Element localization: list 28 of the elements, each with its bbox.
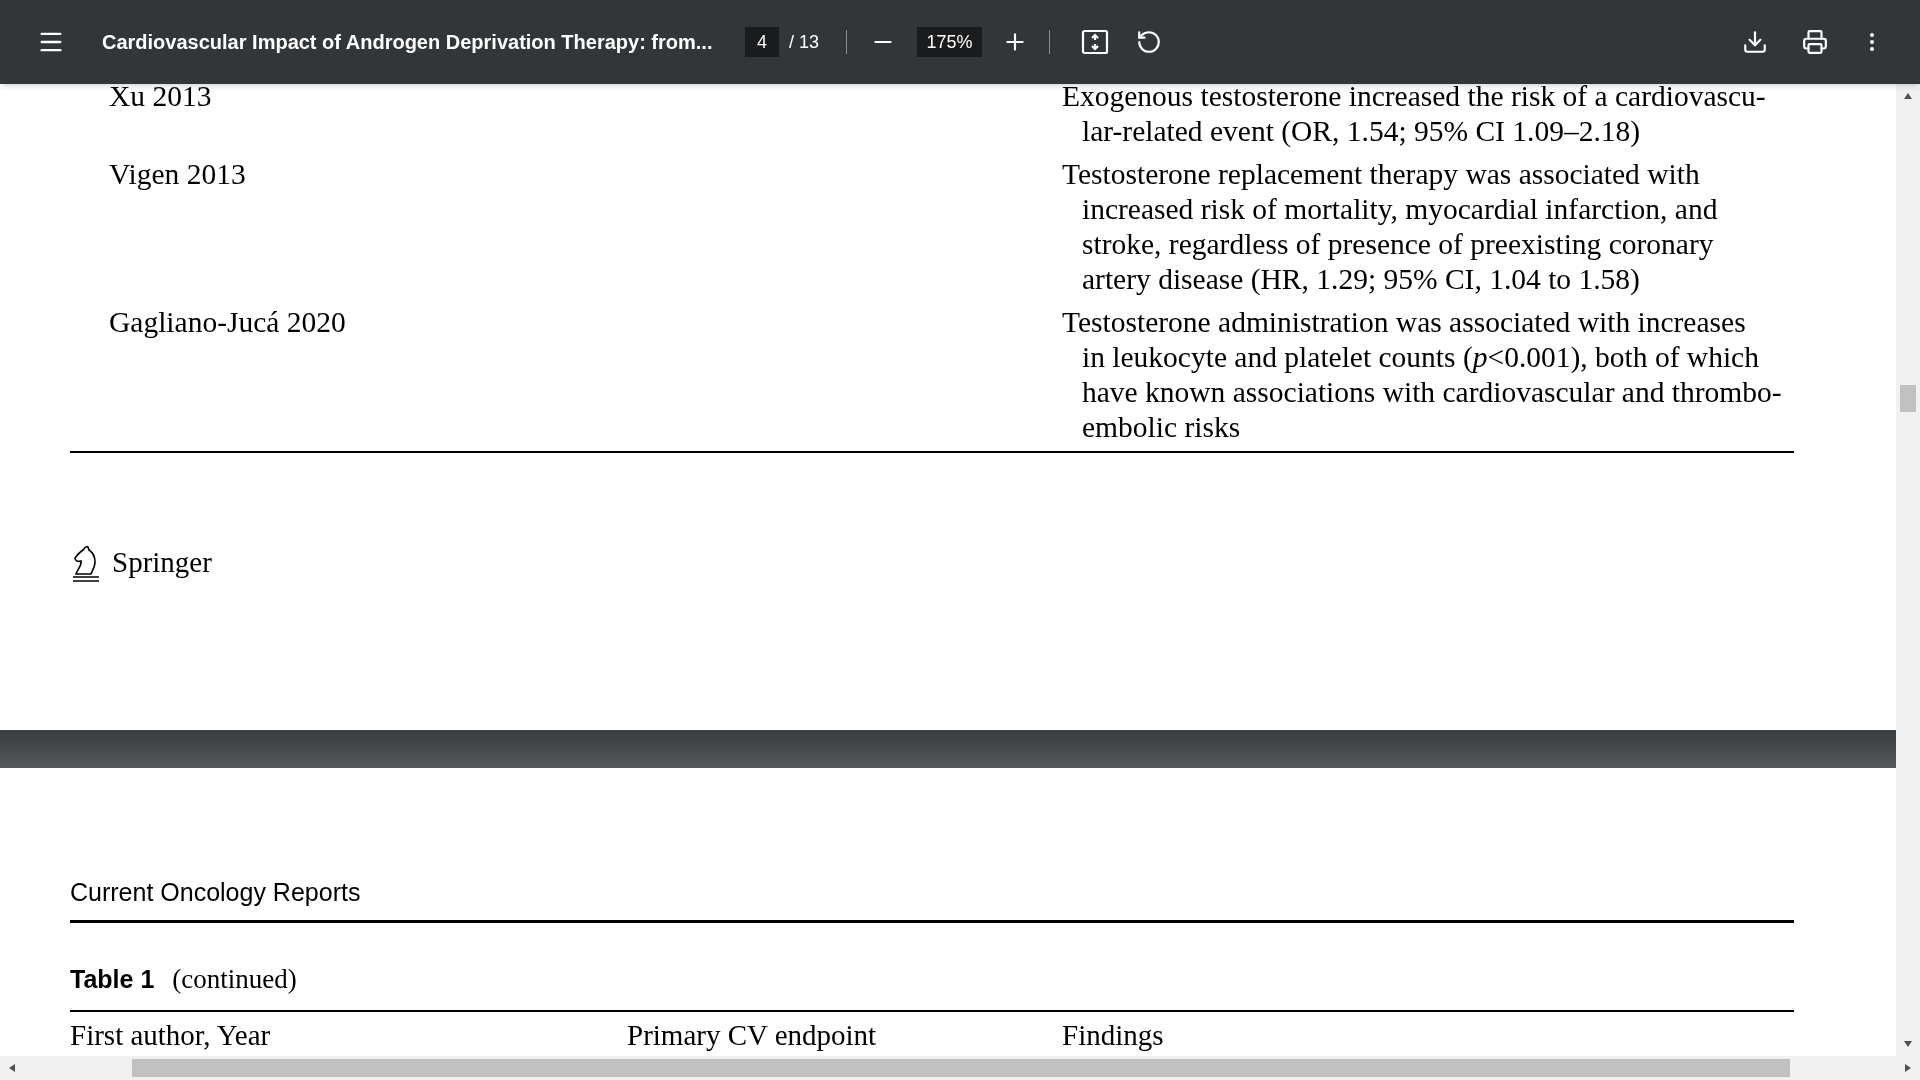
scroll-right-icon[interactable]: [1904, 1063, 1912, 1073]
fit-page-icon[interactable]: [1080, 27, 1111, 57]
scrollbar-thumb[interactable]: [132, 1059, 1790, 1077]
author-year: Gagliano-Jucá 2020: [109, 306, 346, 338]
table-label: Table 1: [70, 964, 155, 995]
page-total: / 13: [789, 30, 820, 54]
table-caption: (continued): [172, 963, 297, 995]
publisher-name: Springer: [112, 545, 212, 580]
author-year: Xu 2013: [109, 84, 212, 112]
document-title: Cardiovascular Impact of Androgen Deprivation Therapy: from...: [102, 30, 714, 55]
column-header: Findings: [1062, 1019, 1164, 1051]
finding-text: Testosterone replacement therapy was associated with increased risk of mortality, myocardial infarction, and stroke, regardless of presence of preexisting coronary artery disease (HR, 1.29; 95% CI, 1.04 to 1.58): [1062, 157, 1718, 297]
scroll-left-icon[interactable]: [8, 1063, 16, 1073]
author-year: Vigen 2013: [109, 158, 246, 190]
journal-title: Current Oncology Reports: [70, 877, 362, 908]
scrollbar-thumb[interactable]: [1900, 385, 1916, 412]
print-icon[interactable]: [1800, 27, 1830, 57]
vertical-scrollbar[interactable]: [1896, 84, 1920, 1056]
column-header: First author, Year: [70, 1019, 271, 1051]
scroll-down-icon[interactable]: [1903, 1040, 1913, 1048]
page-number-field[interactable]: 4: [745, 27, 779, 57]
scroll-up-icon[interactable]: [1903, 92, 1913, 100]
horizontal-scrollbar[interactable]: [0, 1056, 1920, 1080]
finding-text: Testosterone administration was associated with increases in leukocyte and platelet counts (p<0.001), both of which have known associations with cardiovascular and thrombo- embolic risks: [1062, 305, 1782, 445]
finding-text: Exogenous testosterone increased the risk of a cardiovascu- lar-related event (OR, 1.54; 95% CI 1.09–2.18): [1062, 84, 1766, 149]
column-header: Primary CV endpoint: [627, 1019, 877, 1051]
zoom-field[interactable]: 175%: [917, 27, 983, 57]
knight-logo-icon: [70, 543, 102, 582]
